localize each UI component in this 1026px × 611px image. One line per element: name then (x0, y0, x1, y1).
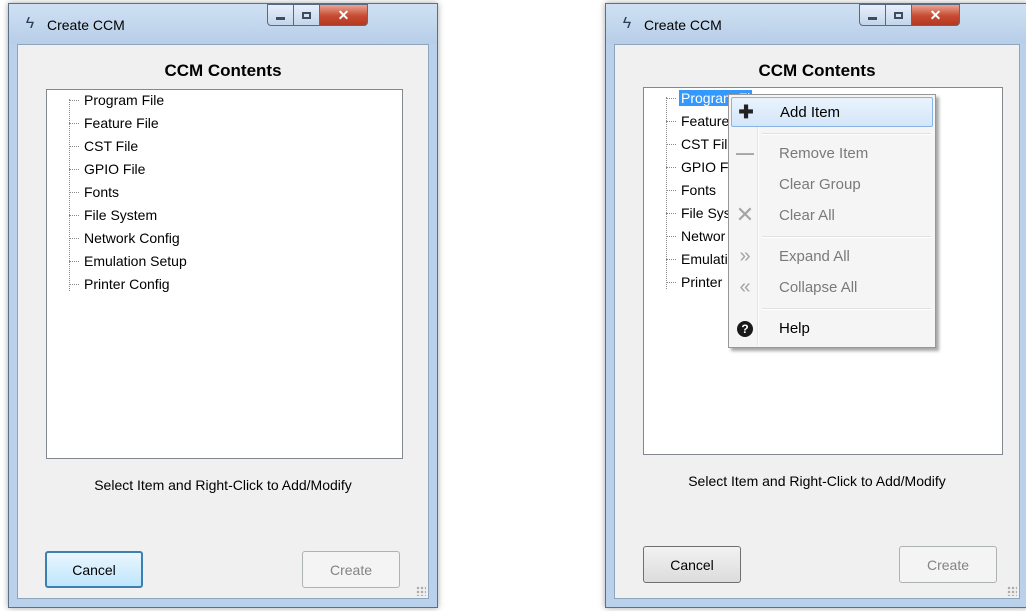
dialog-body: CCM Contents Program File Feature File C… (17, 44, 429, 599)
title-bar[interactable]: ϟ Create CCM ✕ (9, 4, 437, 44)
tree-item-label: Program File (84, 92, 165, 108)
menu-item-clear-group[interactable]: Clear Group (731, 169, 933, 199)
ccm-tree[interactable]: Program File Feature File CST File GPIO … (46, 89, 403, 459)
tree-connector (666, 282, 676, 283)
tree-connector (69, 192, 79, 193)
tree-item-label: Emulati (681, 251, 728, 267)
close-icon: ✕ (929, 6, 942, 23)
maximize-button[interactable] (886, 4, 912, 26)
maximize-icon (302, 11, 311, 19)
tree-item-label: Printer Config (84, 276, 170, 292)
menu-item-remove-item[interactable]: — Remove Item (731, 138, 933, 168)
context-menu: ✚ Add Item — Remove Item Clear Group ✕ C… (728, 94, 936, 348)
resize-grip[interactable] (416, 586, 426, 596)
tree-item-label: Fonts (84, 184, 120, 200)
tree-connector (666, 144, 676, 145)
instruction-text: Select Item and Right-Click to Add/Modif… (688, 473, 946, 489)
tree-item-label: Printer (681, 274, 723, 290)
minimize-icon (868, 16, 877, 20)
instruction-text: Select Item and Right-Click to Add/Modif… (94, 477, 352, 493)
tree-line (69, 99, 70, 291)
tree-connector (69, 100, 79, 101)
tree-item-label: Networ (681, 228, 726, 244)
minimize-icon (276, 16, 285, 20)
close-button[interactable]: ✕ (320, 4, 368, 26)
tree-item-label: Fonts (681, 182, 717, 198)
tree-connector (69, 123, 79, 124)
tree-connector (69, 146, 79, 147)
tree-item-label: Network Config (84, 230, 180, 246)
menu-item-label: Clear Group (779, 175, 861, 193)
tree-item-label: CST File (84, 138, 139, 154)
help-icon: ? (733, 313, 757, 343)
minimize-button[interactable] (859, 4, 886, 26)
tree-item-label: File System (84, 207, 158, 223)
double-chevron-right-icon: » (739, 245, 751, 267)
tree-connector (666, 259, 676, 260)
tree-connector (666, 190, 676, 191)
tree-item-label: Feature (681, 113, 730, 129)
menu-separator (762, 133, 931, 135)
x-icon: ✕ (735, 202, 755, 227)
menu-item-label: Expand All (779, 247, 850, 265)
create-button[interactable]: Create (302, 551, 400, 588)
tree-connector (666, 98, 676, 99)
tree-item-label: Feature File (84, 115, 159, 131)
tree-connector (69, 215, 79, 216)
tree-connector (69, 238, 79, 239)
tree-connector (666, 236, 676, 237)
close-icon: ✕ (337, 6, 350, 23)
tree-item-label: Emulation Setup (84, 253, 187, 269)
menu-item-label: Add Item (780, 103, 841, 121)
tree-item-label: GPIO File (84, 161, 146, 177)
menu-item-label: Collapse All (779, 278, 858, 296)
minus-icon: — (736, 143, 754, 163)
menu-item-label: Remove Item (779, 144, 869, 162)
tree-connector (666, 213, 676, 214)
tree-connector (666, 167, 676, 168)
menu-item-label: Clear All (779, 206, 835, 224)
menu-item-help[interactable]: ? Help (731, 313, 933, 343)
minimize-button[interactable] (267, 4, 294, 26)
lightning-icon: ϟ (25, 15, 35, 32)
tree-item-label: File Sys (681, 205, 731, 221)
create-ccm-window: ϟ Create CCM ✕ CCM Contents Program File… (8, 3, 438, 608)
cancel-button[interactable]: Cancel (643, 546, 741, 583)
tree-connector (69, 261, 79, 262)
contents-heading: CCM Contents (758, 61, 876, 80)
double-chevron-left-icon: « (739, 276, 751, 298)
resize-grip[interactable] (1007, 586, 1017, 596)
lightning-icon: ϟ (622, 15, 632, 32)
menu-item-clear-all[interactable]: ✕ Clear All (731, 200, 933, 230)
tree-line (666, 97, 667, 289)
menu-item-add-item[interactable]: ✚ Add Item (731, 97, 933, 127)
maximize-icon (894, 11, 903, 19)
menu-separator (762, 308, 931, 310)
menu-item-label: Help (779, 319, 810, 337)
title-bar[interactable]: ϟ Create CCM ✕ (606, 4, 1026, 44)
menu-item-expand-all[interactable]: » Expand All (731, 241, 933, 271)
tree-item-label: GPIO F (681, 159, 729, 175)
maximize-button[interactable] (294, 4, 320, 26)
tree-connector (69, 169, 79, 170)
close-button[interactable]: ✕ (912, 4, 960, 26)
plus-icon: ✚ (738, 102, 754, 122)
window-title: Create CCM (47, 17, 125, 33)
tree-connector (666, 121, 676, 122)
window-title: Create CCM (644, 17, 722, 33)
tree-item-label: CST Fil (681, 136, 728, 152)
menu-item-collapse-all[interactable]: « Collapse All (731, 272, 933, 302)
menu-separator (762, 236, 931, 238)
create-button[interactable]: Create (899, 546, 997, 583)
cancel-button[interactable]: Cancel (45, 551, 143, 588)
tree-connector (69, 284, 79, 285)
contents-heading: CCM Contents (164, 61, 282, 80)
